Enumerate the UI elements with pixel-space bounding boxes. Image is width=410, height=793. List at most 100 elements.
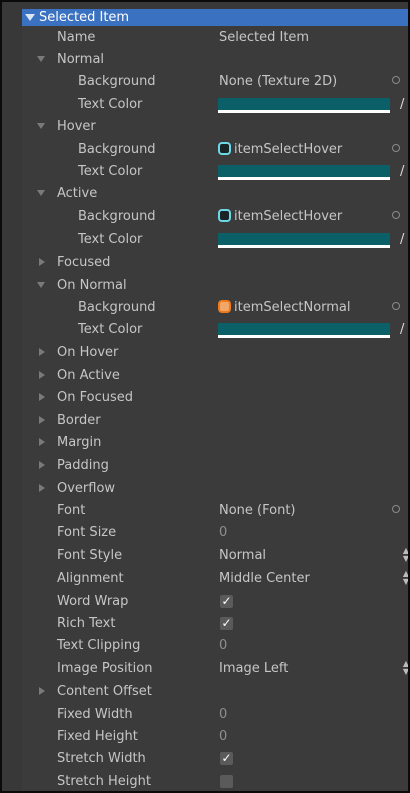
label-word-wrap: Word Wrap — [57, 594, 129, 609]
row-hover-text-color: Text Color / — [22, 161, 408, 183]
label-background: Background — [78, 142, 156, 157]
fixed-height-value[interactable]: 0 — [219, 729, 227, 744]
object-picker-icon[interactable] — [392, 302, 400, 310]
row-stretch-width: Stretch Width ✓ — [22, 748, 408, 770]
foldout-closed-icon[interactable] — [39, 371, 45, 379]
label-stretch-height: Stretch Height — [57, 774, 151, 789]
font-style-dropdown[interactable]: Normal — [219, 548, 266, 563]
row-focused[interactable]: Focused — [22, 252, 408, 274]
row-font-size: Font Size 0 — [22, 522, 408, 544]
row-font-style: Font Style Normal ▲ ▼ — [22, 545, 408, 567]
row-overflow[interactable]: Overflow — [22, 478, 408, 500]
row-on-active[interactable]: On Active — [22, 365, 408, 387]
foldout-closed-icon[interactable] — [39, 484, 45, 492]
label-image-position: Image Position — [57, 661, 153, 676]
label-focused: Focused — [57, 255, 111, 270]
row-font: Font None (Font) — [22, 500, 408, 522]
stretch-height-checkbox[interactable] — [220, 775, 233, 788]
background-value[interactable]: itemSelectHover — [234, 142, 342, 157]
row-content-offset[interactable]: Content Offset — [22, 681, 408, 703]
foldout-closed-icon[interactable] — [39, 348, 45, 356]
label-content-offset: Content Offset — [57, 684, 152, 699]
object-picker-icon[interactable] — [392, 144, 400, 152]
rich-text-checkbox[interactable]: ✓ — [220, 617, 233, 630]
row-on-normal[interactable]: On Normal — [22, 275, 408, 297]
updown-arrows-icon[interactable]: ▲ ▼ — [402, 660, 408, 676]
background-value[interactable]: itemSelectNormal — [234, 300, 351, 315]
row-rich-text: Rich Text ✓ — [22, 613, 408, 635]
row-normal-text-color: Text Color / — [22, 94, 408, 116]
font-size-value[interactable]: 0 — [219, 525, 227, 540]
label-fixed-width: Fixed Width — [57, 707, 133, 722]
label-background: Background — [78, 300, 156, 315]
label-alignment: Alignment — [57, 571, 124, 586]
label-on-hover: On Hover — [57, 345, 119, 360]
foldout-closed-icon[interactable] — [39, 393, 45, 401]
row-text-clipping: Text Clipping 0 — [22, 635, 408, 657]
text-clipping-value[interactable]: 0 — [219, 638, 227, 653]
eyedropper-icon[interactable]: / — [400, 164, 408, 180]
background-value[interactable]: itemSelectHover — [234, 209, 342, 224]
row-normal[interactable]: Normal — [22, 49, 408, 71]
row-word-wrap: Word Wrap ✓ — [22, 591, 408, 613]
label-background: Background — [78, 209, 156, 224]
label-active: Active — [57, 186, 98, 201]
updown-arrows-icon[interactable]: ▲ ▼ — [402, 570, 408, 586]
label-text-clipping: Text Clipping — [57, 638, 141, 653]
eyedropper-icon[interactable]: / — [400, 232, 408, 248]
eyedropper-icon[interactable]: / — [400, 97, 408, 113]
foldout-closed-icon[interactable] — [39, 416, 45, 424]
row-on-focused[interactable]: On Focused — [22, 387, 408, 409]
foldout-closed-icon[interactable] — [39, 438, 45, 446]
label-margin: Margin — [57, 435, 102, 450]
row-stretch-height: Stretch Height — [22, 771, 408, 791]
label-on-focused: On Focused — [57, 390, 133, 405]
foldout-open-icon[interactable] — [37, 190, 45, 196]
row-fixed-height: Fixed Height 0 — [22, 726, 408, 748]
eyedropper-icon[interactable]: / — [400, 322, 408, 338]
foldout-open-icon[interactable] — [37, 123, 45, 129]
foldout-closed-icon[interactable] — [39, 687, 45, 695]
stretch-width-checkbox[interactable]: ✓ — [220, 752, 233, 765]
color-swatch[interactable] — [218, 233, 390, 248]
label-hover: Hover — [57, 119, 96, 134]
row-active[interactable]: Active — [22, 183, 408, 205]
font-value[interactable]: None (Font) — [219, 503, 296, 518]
row-hover[interactable]: Hover — [22, 116, 408, 138]
object-picker-icon[interactable] — [392, 76, 400, 84]
label-font-size: Font Size — [57, 525, 117, 540]
label-normal: Normal — [57, 52, 105, 67]
object-picker-icon[interactable] — [392, 211, 400, 219]
alignment-dropdown[interactable]: Middle Center — [219, 571, 310, 586]
foldout-open-icon[interactable] — [37, 282, 45, 288]
row-name: Name Selected Item — [22, 27, 408, 49]
color-swatch[interactable] — [218, 323, 390, 338]
label-text-color: Text Color — [78, 322, 143, 337]
object-picker-icon[interactable] — [392, 505, 400, 513]
foldout-closed-icon[interactable] — [39, 258, 45, 266]
row-margin[interactable]: Margin — [22, 432, 408, 454]
name-value[interactable]: Selected Item — [219, 30, 309, 45]
color-swatch[interactable] — [218, 165, 390, 180]
row-normal-background: Background None (Texture 2D) — [22, 71, 408, 93]
section-title: Selected Item — [39, 10, 130, 25]
foldout-closed-icon[interactable] — [39, 461, 45, 469]
row-on-hover[interactable]: On Hover — [22, 342, 408, 364]
foldout-open-icon[interactable] — [25, 14, 35, 21]
row-border[interactable]: Border — [22, 410, 408, 432]
color-swatch[interactable] — [218, 98, 390, 113]
foldout-open-icon[interactable] — [37, 56, 45, 62]
label-text-color: Text Color — [78, 232, 143, 247]
background-value[interactable]: None (Texture 2D) — [219, 74, 337, 89]
label-name: Name — [57, 30, 96, 45]
label-on-active: On Active — [57, 368, 120, 383]
word-wrap-checkbox[interactable]: ✓ — [220, 595, 233, 608]
row-alignment: Alignment Middle Center ▲ ▼ — [22, 568, 408, 590]
inspector-panel: Selected Item Name Selected Item Normal … — [0, 0, 410, 793]
label-padding: Padding — [57, 458, 109, 473]
row-padding[interactable]: Padding — [22, 455, 408, 477]
section-header-selected-item[interactable]: Selected Item — [22, 9, 408, 26]
updown-arrows-icon[interactable]: ▲ ▼ — [402, 547, 408, 563]
image-position-dropdown[interactable]: Image Left — [219, 661, 288, 676]
fixed-width-value[interactable]: 0 — [219, 707, 227, 722]
